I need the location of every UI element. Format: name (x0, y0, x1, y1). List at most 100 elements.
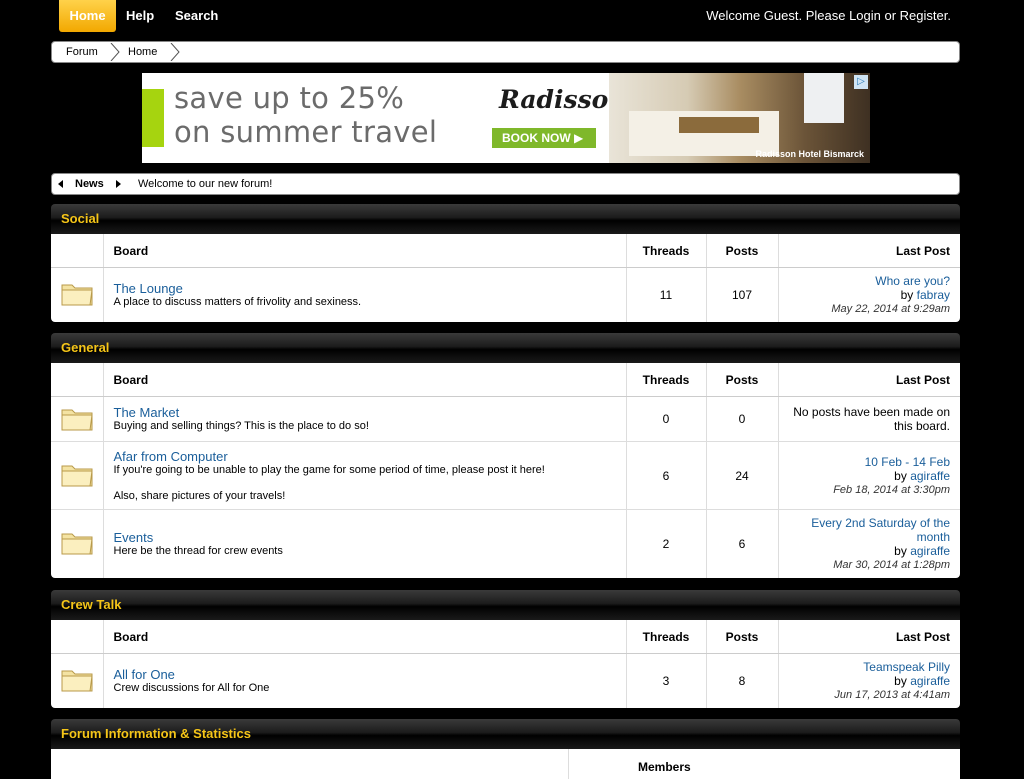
header-last-post: Last Post (778, 234, 960, 268)
header-posts: Posts (706, 363, 779, 397)
board-description: Here be the thread for crew events (113, 544, 283, 557)
table-header-row: Board Threads Posts Last Post (51, 620, 960, 654)
news-next-icon[interactable] (116, 180, 121, 188)
board-title-link[interactable]: The Market (114, 405, 616, 420)
welcome-prefix: Welcome Guest. Please (706, 8, 850, 23)
header-posts: Posts (706, 620, 779, 654)
board-posts-count: 0 (706, 396, 779, 442)
last-post-user-link[interactable]: agiraffe (910, 674, 950, 688)
news-label: News (75, 178, 104, 190)
last-post-date: May 22, 2014 at 9:29am (831, 302, 950, 315)
category-header[interactable]: General (51, 333, 960, 363)
header-threads: Threads (626, 234, 707, 268)
board-folder-cell (51, 509, 104, 578)
breadcrumb-separator-icon (170, 43, 180, 61)
table-header-row: Board Threads Posts Last Post (51, 363, 960, 397)
board-row: The Lounge A place to discuss matters of… (51, 267, 960, 322)
nav-help-button[interactable]: Help (126, 0, 154, 32)
board-threads-count: 0 (626, 396, 707, 442)
board-title-link[interactable]: Afar from Computer (114, 449, 616, 464)
last-post-date: Jun 17, 2013 at 4:41am (834, 688, 950, 701)
ad-accent-bar (142, 89, 164, 147)
category-general: General Board Threads Posts Last Post Th… (51, 333, 960, 578)
board-last-post-cell: No posts have been made on this board. (778, 396, 960, 442)
ad-caption: Radisson Hotel Bismarck (755, 149, 864, 159)
ad-line-1: save up to 25% (174, 81, 405, 115)
last-post-title-link[interactable]: Teamspeak Pilly (863, 660, 950, 674)
board-title-link[interactable]: The Lounge (114, 281, 616, 296)
ad-banner[interactable]: save up to 25% on summer travel Radisson… (142, 73, 870, 163)
header-icon-cell (51, 363, 104, 397)
header-last-post: Last Post (778, 363, 960, 397)
board-title-link[interactable]: All for One (114, 667, 616, 682)
last-post-user-link[interactable]: fabray (917, 288, 950, 302)
board-threads-count: 6 (626, 441, 707, 510)
board-last-post-cell: Every 2nd Saturday of the month by agira… (778, 509, 960, 578)
breadcrumb-home[interactable]: Home (128, 42, 157, 62)
table-header-row: Board Threads Posts Last Post (51, 234, 960, 268)
board-info-cell: Events Here be the thread for crew event… (103, 509, 627, 578)
last-post-user-link[interactable]: agiraffe (910, 469, 950, 483)
no-posts-message: No posts have been made on this board. (793, 405, 950, 433)
board-last-post-cell: 10 Feb - 14 Feb by agiraffe Feb 18, 2014… (778, 441, 960, 510)
last-post-user-link[interactable]: agiraffe (910, 544, 950, 558)
last-post-title-link[interactable]: Who are you? (875, 274, 950, 288)
board-table: Board Threads Posts Last Post All for On… (51, 620, 960, 708)
header-last-post: Last Post (778, 620, 960, 654)
news-ticker: News Welcome to our new forum! (51, 173, 960, 195)
header-board: Board (103, 620, 627, 654)
board-row: Afar from Computer If you're going to be… (51, 441, 960, 510)
category-header[interactable]: Crew Talk (51, 590, 960, 620)
header-threads: Threads (626, 363, 707, 397)
last-post-by-label: by (900, 287, 917, 302)
news-text: Welcome to our new forum! (138, 178, 273, 190)
breadcrumb: Forum Home (51, 41, 960, 63)
nav-search-button[interactable]: Search (175, 0, 218, 32)
last-post-by-label: by (894, 468, 911, 483)
category-header[interactable]: Social (51, 204, 960, 234)
welcome-suffix: . (947, 8, 951, 23)
ad-book-now-button[interactable]: BOOK NOW ▶ (492, 128, 596, 148)
ad-hotel-photo: Radisson Hotel Bismarck ▷ (609, 73, 870, 163)
register-link[interactable]: Register (900, 8, 948, 23)
board-folder-cell (51, 396, 104, 442)
adchoices-icon[interactable]: ▷ (854, 75, 868, 89)
board-folder-cell (51, 441, 104, 510)
breadcrumb-forum[interactable]: Forum (66, 42, 98, 62)
board-info-cell: The Lounge A place to discuss matters of… (103, 267, 627, 322)
news-prev-icon[interactable] (58, 180, 63, 188)
info-divider (568, 749, 569, 779)
board-posts-count: 6 (706, 509, 779, 578)
folder-icon (60, 665, 94, 696)
login-link[interactable]: Login (849, 8, 881, 23)
ad-bed-runner-shape (679, 117, 759, 133)
ad-window-shape (804, 73, 844, 123)
info-members-heading: Members (638, 760, 691, 774)
board-info-cell: All for One Crew discussions for All for… (103, 653, 627, 708)
board-description: Buying and selling things? This is the p… (113, 420, 369, 432)
top-nav: Home Help Search Welcome Guest. Please L… (0, 0, 1011, 32)
board-threads-count: 11 (626, 267, 707, 322)
nav-home-button[interactable]: Home (59, 0, 116, 32)
folder-icon (60, 460, 94, 491)
last-post-date: Feb 18, 2014 at 3:30pm (833, 483, 950, 496)
board-last-post-cell: Who are you? by fabray May 22, 2014 at 9… (778, 267, 960, 322)
last-post-title-link[interactable]: 10 Feb - 14 Feb (865, 455, 950, 469)
info-body: Members (51, 749, 960, 779)
board-folder-cell (51, 267, 104, 322)
ad-brand-logo: Radisson (499, 85, 627, 114)
board-row: Events Here be the thread for crew event… (51, 509, 960, 578)
ad-headline: save up to 25% on summer travel (174, 81, 437, 149)
board-row: The Market Buying and selling things? Th… (51, 396, 960, 442)
category-social: Social Board Threads Posts Last Post The… (51, 204, 960, 322)
folder-icon (60, 528, 94, 559)
board-last-post-cell: Teamspeak Pilly by agiraffe Jun 17, 2013… (778, 653, 960, 708)
board-info-cell: Afar from Computer If you're going to be… (103, 441, 627, 510)
welcome-or: or (880, 8, 900, 23)
breadcrumb-separator-icon (110, 43, 120, 61)
board-title-link[interactable]: Events (114, 530, 616, 545)
folder-icon (60, 404, 94, 435)
board-folder-cell (51, 653, 104, 708)
header-posts: Posts (706, 234, 779, 268)
last-post-title-link[interactable]: Every 2nd Saturday of the month (811, 516, 950, 544)
